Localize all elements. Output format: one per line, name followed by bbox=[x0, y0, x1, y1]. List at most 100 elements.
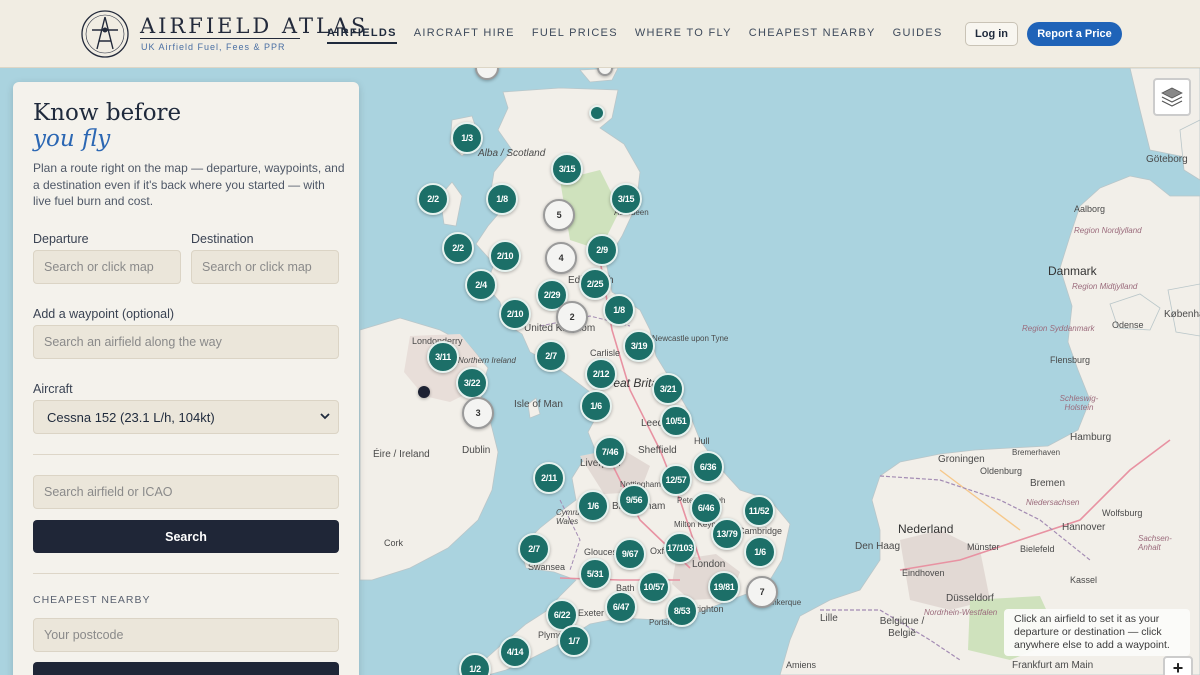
report-price-button[interactable]: Report a Price bbox=[1027, 22, 1122, 46]
zoom-in-button[interactable]: + bbox=[1163, 656, 1193, 675]
airfield-cluster[interactable]: 4 bbox=[545, 242, 577, 274]
airfield-cluster[interactable]: 13/79 bbox=[711, 518, 743, 550]
airfield-cluster[interactable]: 5 bbox=[543, 199, 575, 231]
airfield-cluster[interactable]: 1/7 bbox=[558, 625, 590, 657]
nav-guides[interactable]: GUIDES bbox=[893, 27, 943, 44]
airfield-cluster[interactable]: 10/57 bbox=[638, 571, 670, 603]
selected-location-marker[interactable] bbox=[418, 386, 430, 398]
map-label-munster: Münster bbox=[967, 542, 1000, 552]
login-button[interactable]: Log in bbox=[965, 22, 1018, 46]
airfield-cluster[interactable]: 3/22 bbox=[456, 367, 488, 399]
nav-where-to-fly[interactable]: WHERE TO FLY bbox=[635, 27, 732, 44]
airfield-cluster[interactable]: 3/15 bbox=[610, 183, 642, 215]
map-label-lille: Lille bbox=[820, 613, 838, 624]
map-label-frankfurt: Frankfurt am Main bbox=[1012, 660, 1094, 671]
map-label-eire: Éire / Ireland bbox=[373, 449, 430, 460]
map-label-kobenhavn: København bbox=[1164, 309, 1200, 320]
airfield-cluster[interactable]: 2 bbox=[556, 301, 588, 333]
map-label-flensburg: Flensburg bbox=[1050, 355, 1091, 365]
brand-rule bbox=[140, 38, 300, 39]
map-label-oldenburg: Oldenburg bbox=[980, 466, 1023, 476]
airfield-cluster[interactable]: 10/51 bbox=[660, 405, 692, 437]
map-label-eindhoven: Eindhoven bbox=[902, 568, 945, 578]
panel-divider bbox=[33, 573, 339, 574]
airfield-cluster[interactable]: 9/56 bbox=[618, 484, 650, 516]
airfield-cluster[interactable]: 2/4 bbox=[465, 269, 497, 301]
airfield-cluster[interactable]: 9/67 bbox=[614, 538, 646, 570]
airfield-cluster[interactable]: 6/36 bbox=[692, 451, 724, 483]
airfield-cluster[interactable]: 4/14 bbox=[499, 636, 531, 668]
nav-airfields[interactable]: AIRFIELDS bbox=[327, 27, 397, 44]
cheapest-nearby-caption: CHEAPEST NEARBY bbox=[33, 594, 151, 606]
airfield-cluster[interactable]: 12/57 bbox=[660, 464, 692, 496]
airfield-cluster[interactable]: 3/19 bbox=[623, 330, 655, 362]
map-label-amiens: Amiens bbox=[786, 660, 817, 670]
map-label-nordjylland: Region Nordjylland bbox=[1074, 226, 1142, 235]
departure-input[interactable] bbox=[33, 250, 181, 284]
waypoint-input[interactable] bbox=[33, 325, 339, 359]
airfield-cluster[interactable]: 2/12 bbox=[585, 358, 617, 390]
airfield-cluster[interactable]: 2/7 bbox=[518, 533, 550, 565]
map-label-dublin: Dublin bbox=[462, 445, 491, 456]
nav-cheapest-nearby[interactable]: CHEAPEST NEARBY bbox=[749, 27, 876, 44]
airfield-cluster[interactable]: 2/2 bbox=[417, 183, 449, 215]
airfield-cluster[interactable]: 17/103 bbox=[664, 532, 696, 564]
airfield-cluster[interactable]: 19/81 bbox=[708, 571, 740, 603]
airfield-cluster[interactable]: 3/11 bbox=[427, 341, 459, 373]
aircraft-select-value: Cessna 152 (23.1 L/h, 104kt) bbox=[47, 409, 215, 425]
airfield-cluster[interactable]: 7 bbox=[746, 576, 778, 608]
map-label-sachsen-anhalt: Sachsen-Anhalt bbox=[1138, 534, 1172, 552]
airfield-cluster[interactable]: 2/2 bbox=[442, 232, 474, 264]
airfield-cluster[interactable]: 2/25 bbox=[579, 268, 611, 300]
airfield-cluster[interactable]: 6/46 bbox=[690, 492, 722, 524]
map-label-syddanmark: Region Syddanmark bbox=[1022, 324, 1095, 333]
airfield-atlas-logo-icon[interactable] bbox=[80, 9, 130, 59]
map-label-kassel: Kassel bbox=[1070, 575, 1098, 585]
airfield-cluster[interactable]: 3 bbox=[462, 397, 494, 429]
map-label-exeter: Exeter bbox=[578, 608, 605, 618]
map-label-dusseldorf: Düsseldorf bbox=[946, 593, 994, 604]
airfield-cluster[interactable]: 1/8 bbox=[486, 183, 518, 215]
map-label-midtjylland: Region Midtjylland bbox=[1072, 282, 1138, 291]
airfield-cluster[interactable]: 8/53 bbox=[666, 595, 698, 627]
airfield-cluster[interactable]: 11/52 bbox=[743, 495, 775, 527]
airfield-cluster[interactable]: 2/10 bbox=[499, 298, 531, 330]
map-label-carlisle: Carlisle bbox=[590, 348, 621, 358]
airfield-cluster[interactable]: 2/10 bbox=[489, 240, 521, 272]
airfield-cluster[interactable]: 1/6 bbox=[580, 390, 612, 422]
airfield-cluster[interactable]: 1/8 bbox=[603, 294, 635, 326]
map-label-hamburg: Hamburg bbox=[1070, 432, 1112, 443]
airfield-marker[interactable] bbox=[589, 105, 605, 121]
layers-icon bbox=[1161, 87, 1183, 107]
nav-aircraft-hire[interactable]: AIRCRAFT HIRE bbox=[414, 27, 515, 44]
find-cheapest-button[interactable] bbox=[33, 662, 339, 675]
departure-label: Departure bbox=[33, 232, 89, 246]
nav-fuel-prices[interactable]: FUEL PRICES bbox=[532, 27, 618, 44]
airfield-cluster[interactable]: 3/15 bbox=[551, 153, 583, 185]
airfield-cluster[interactable]: 2/9 bbox=[586, 234, 618, 266]
map-layers-button[interactable] bbox=[1153, 78, 1191, 116]
map-label-wolfsburg: Wolfsburg bbox=[1102, 508, 1143, 518]
airfield-cluster[interactable]: 2/11 bbox=[533, 462, 565, 494]
airfield-search-input[interactable] bbox=[33, 475, 339, 509]
airfield-cluster[interactable]: 7/46 bbox=[594, 436, 626, 468]
airfield-cluster[interactable]: 2/7 bbox=[535, 340, 567, 372]
destination-input[interactable] bbox=[191, 250, 339, 284]
airfield-cluster[interactable]: 6/47 bbox=[605, 591, 637, 623]
aircraft-select[interactable]: Cessna 152 (23.1 L/h, 104kt) bbox=[33, 400, 339, 434]
airfield-cluster[interactable]: 5/31 bbox=[579, 558, 611, 590]
map-label-northern-ireland: Northern Ireland bbox=[458, 356, 516, 365]
postcode-input[interactable] bbox=[33, 618, 339, 652]
search-button[interactable]: Search bbox=[33, 520, 339, 553]
map-label-nederland: Nederland bbox=[898, 522, 954, 536]
main-nav: AIRFIELDS AIRCRAFT HIRE FUEL PRICES WHER… bbox=[327, 27, 943, 44]
airfield-cluster[interactable]: 1/6 bbox=[744, 536, 776, 568]
airfield-cluster[interactable]: 1/6 bbox=[577, 490, 609, 522]
map-label-isle-of-man: Isle of Man bbox=[514, 399, 563, 410]
map-label-newcastle: Newcastle upon Tyne bbox=[652, 334, 729, 343]
map-label-schleswig-holstein: Schleswig-Holstein bbox=[1059, 394, 1099, 412]
map-label-niedersachsen: Niedersachsen bbox=[1026, 498, 1080, 507]
airfield-cluster[interactable]: 1/3 bbox=[451, 122, 483, 154]
panel-heading-accent: you fly bbox=[33, 126, 111, 152]
airfield-cluster[interactable]: 3/21 bbox=[652, 373, 684, 405]
